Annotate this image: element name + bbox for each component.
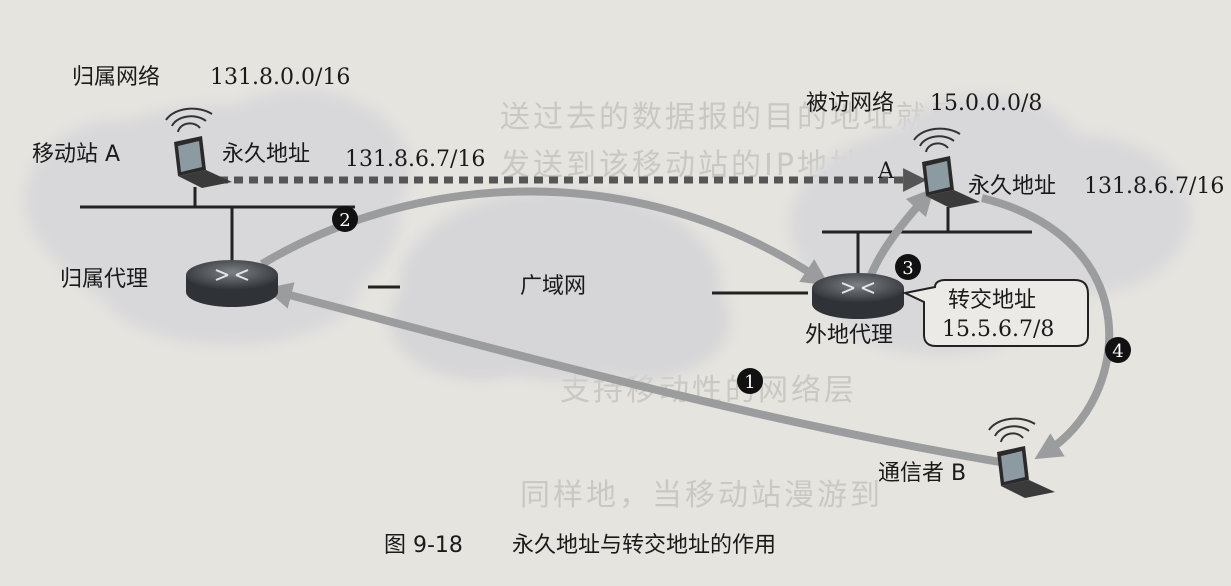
step-badge-4: 4: [1105, 337, 1131, 363]
visited-station-label: A: [877, 159, 895, 184]
home-agent-label: 归属代理: [60, 267, 148, 292]
correspondent-b-laptop-icon: [988, 417, 1055, 498]
step-badge-2: 2: [332, 206, 358, 232]
visited-network-label: 被访网络: [806, 91, 894, 116]
foreign-agent-router-icon: [812, 273, 904, 319]
visited-station-perm-label: 永久地址: [968, 174, 1056, 199]
home-network-label: 归属网络: [72, 65, 160, 90]
care-of-address: 15.5.6.7/8: [942, 317, 1054, 342]
visited-station-perm-address: 131.8.6.7/16: [1084, 174, 1224, 199]
home-network-address: 131.8.0.0/16: [210, 65, 350, 90]
mobile-station-perm-label: 永久地址: [222, 142, 310, 167]
mobile-station-perm-address: 131.8.6.7/16: [345, 147, 485, 172]
diagram-canvas: 2 3 1 4 归属网络 131.8.0.0/16 被访网络 15.0.0.0/…: [25, 65, 1224, 558]
figure-number: 图 9-18: [384, 533, 463, 558]
svg-text:3: 3: [902, 258, 913, 279]
home-agent-router-icon: [186, 260, 278, 307]
visited-network-address: 15.0.0.0/8: [930, 91, 1042, 116]
figure-caption: 永久地址与转交地址的作用: [512, 533, 776, 558]
mobile-station-label: 移动站 A: [32, 142, 120, 167]
foreign-agent-label: 外地代理: [805, 323, 893, 348]
care-of-label: 转交地址: [948, 288, 1036, 313]
correspondent-label: 通信者 B: [878, 461, 966, 486]
svg-text:4: 4: [1112, 341, 1123, 362]
wan-label: 广域网: [520, 274, 586, 299]
step-badge-1: 1: [737, 368, 763, 394]
svg-text:1: 1: [744, 372, 755, 393]
svg-text:2: 2: [339, 210, 350, 231]
page: 送过去的数据报的目的地址就是 发送到该移动站的IP地址 支持移动性的网络层 同样…: [0, 0, 1231, 586]
step-badge-3: 3: [895, 254, 921, 280]
